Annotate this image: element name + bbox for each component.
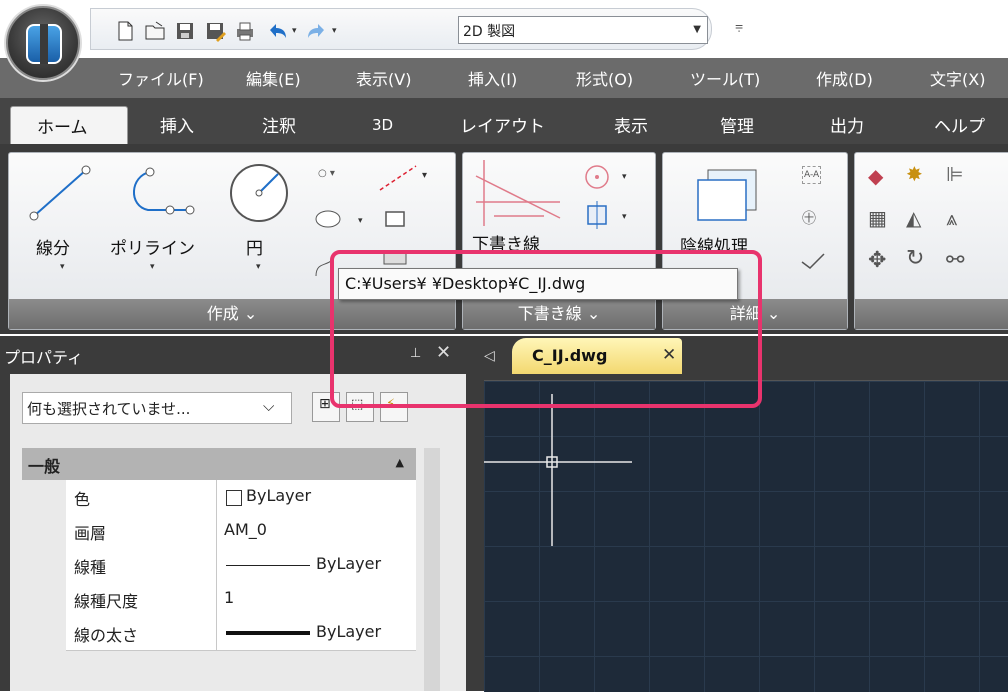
dimension-tool-icon[interactable]: A-A (802, 166, 822, 184)
circle-tool-label[interactable]: 円 (246, 234, 263, 259)
menu-view[interactable]: 表示(V) (356, 66, 411, 90)
tab-manage[interactable]: 管理 (720, 112, 754, 137)
construction-line-icon[interactable] (474, 158, 564, 228)
match-properties-icon[interactable]: ✸ (906, 162, 923, 186)
construction-circle-icon[interactable] (582, 162, 612, 192)
property-value: ByLayer (246, 486, 312, 505)
properties-scrollbar[interactable] (424, 448, 440, 691)
color-swatch (226, 490, 242, 506)
lineweight-sample (226, 631, 310, 635)
line-tool-dropdown[interactable]: ▾ (60, 262, 65, 272)
rectangle-tool-icon[interactable] (380, 208, 410, 232)
menu-format[interactable]: 形式(O) (576, 66, 633, 90)
erase-icon[interactable]: ◆ (868, 164, 883, 188)
tab-annotate[interactable]: 注釈 (262, 112, 296, 137)
properties-title: プロパティ (4, 348, 84, 367)
category-general-label: 一般 (28, 457, 61, 476)
save-icon[interactable] (174, 20, 196, 42)
tab-help[interactable]: ヘルプ (934, 112, 985, 137)
polyline-tool-label[interactable]: ポリライン (110, 234, 195, 259)
ellipse-tool-dropdown[interactable]: ▾ (358, 216, 363, 226)
property-key: 線の太さ (74, 626, 139, 645)
highlight-box (330, 250, 762, 408)
tab-home-label: ホーム (37, 118, 88, 138)
selection-combo[interactable]: 何も選択されていませ... ⌵ (22, 392, 292, 424)
property-row-lineweight[interactable]: 線の太さ ByLayer (66, 616, 416, 651)
polyline-tool-dropdown[interactable]: ▾ (150, 262, 155, 272)
tab-3d[interactable]: 3D (372, 116, 393, 134)
svg-text:▾: ▾ (422, 170, 427, 181)
align-icon[interactable]: ⊫ (946, 162, 963, 186)
construction-rect-dropdown[interactable]: ▾ (622, 212, 627, 222)
move-icon[interactable]: ✥ (868, 248, 886, 273)
app-logo-icon (26, 24, 62, 64)
new-file-icon[interactable] (114, 20, 136, 42)
line-tool-icon[interactable] (26, 162, 96, 224)
property-row-ltscale[interactable]: 線種尺度 1 (66, 582, 416, 617)
rotate-icon[interactable]: ↻ (906, 246, 924, 271)
redo-dropdown[interactable]: ▾ (332, 26, 337, 36)
chevron-down-icon: ⌵ (263, 397, 275, 415)
property-key: 画層 (74, 524, 107, 543)
property-key: 線種 (74, 558, 107, 577)
property-value: ByLayer (316, 622, 382, 641)
undo-icon[interactable] (266, 20, 288, 42)
line-tool-label[interactable]: 線分 (36, 234, 70, 259)
surface-symbol-icon[interactable] (800, 250, 830, 274)
property-value: AM_0 (224, 520, 267, 539)
array-icon[interactable]: ▦ (868, 206, 887, 230)
xline-tool-icon[interactable]: ▾ (376, 164, 432, 192)
menu-edit[interactable]: 編集(E) (246, 66, 301, 90)
copy-icon[interactable]: ⚯ (946, 248, 964, 273)
property-row-color[interactable]: 色 ByLayer (66, 480, 416, 515)
menu-draw[interactable]: 作成(D) (816, 66, 873, 90)
circle-tool-dropdown[interactable]: ▾ (256, 262, 261, 272)
print-icon[interactable] (234, 20, 256, 42)
redo-icon[interactable] (306, 20, 328, 42)
category-general[interactable]: 一般 ▲ (22, 448, 416, 480)
selection-value: 何も選択されていませ... (27, 400, 191, 418)
circle-tool-icon[interactable] (226, 160, 292, 226)
property-value: 1 (224, 588, 235, 607)
construction-circle-dropdown[interactable]: ▾ (622, 172, 627, 182)
stretch-icon[interactable]: ⩓ (946, 206, 957, 230)
chevron-down-icon: ▼ (693, 24, 701, 35)
menu-insert[interactable]: 挿入(I) (468, 66, 517, 90)
panel-modify-footer[interactable] (855, 299, 1008, 329)
balloon-tool-icon[interactable]: ㊉ (802, 208, 816, 228)
customize-qat-button[interactable]: ⩦ (735, 18, 743, 34)
property-value: ByLayer (316, 554, 382, 573)
menu-tools[interactable]: ツール(T) (690, 66, 760, 90)
tab-output[interactable]: 出力 (830, 112, 864, 137)
collapse-icon: ▲ (395, 456, 404, 469)
workspace-select[interactable]: 2D 製図 ▼ (458, 16, 708, 44)
construction-rect-icon[interactable] (582, 200, 612, 230)
point-tool-icon[interactable]: ○ ▾ (318, 168, 335, 179)
hidden-line-icon[interactable] (694, 168, 760, 224)
tab-view[interactable]: 表示 (614, 112, 648, 137)
property-row-linetype[interactable]: 線種 ByLayer (66, 548, 416, 583)
property-key: 色 (74, 490, 91, 509)
tab-layout[interactable]: レイアウト (460, 112, 545, 137)
tab-insert[interactable]: 挿入 (160, 112, 194, 137)
ellipse-tool-icon[interactable] (314, 206, 348, 232)
crosshair-cursor-icon (484, 394, 632, 546)
application-button[interactable] (6, 6, 80, 80)
property-key: 線種尺度 (74, 592, 139, 611)
menu-text[interactable]: 文字(X) (930, 66, 985, 90)
menu-file[interactable]: ファイル(F) (118, 66, 204, 90)
open-folder-icon[interactable] (144, 20, 166, 42)
property-row-layer[interactable]: 画層 AM_0 (66, 514, 416, 549)
save-as-icon[interactable] (204, 20, 226, 42)
tab-home[interactable]: ホーム (10, 106, 128, 147)
linetype-sample (226, 565, 310, 566)
mirror-icon[interactable]: ◭ (906, 206, 921, 230)
category-strip (22, 480, 66, 691)
undo-dropdown[interactable]: ▾ (292, 26, 297, 36)
polyline-tool-icon[interactable] (120, 166, 200, 218)
workspace-value: 2D 製図 (463, 24, 516, 40)
